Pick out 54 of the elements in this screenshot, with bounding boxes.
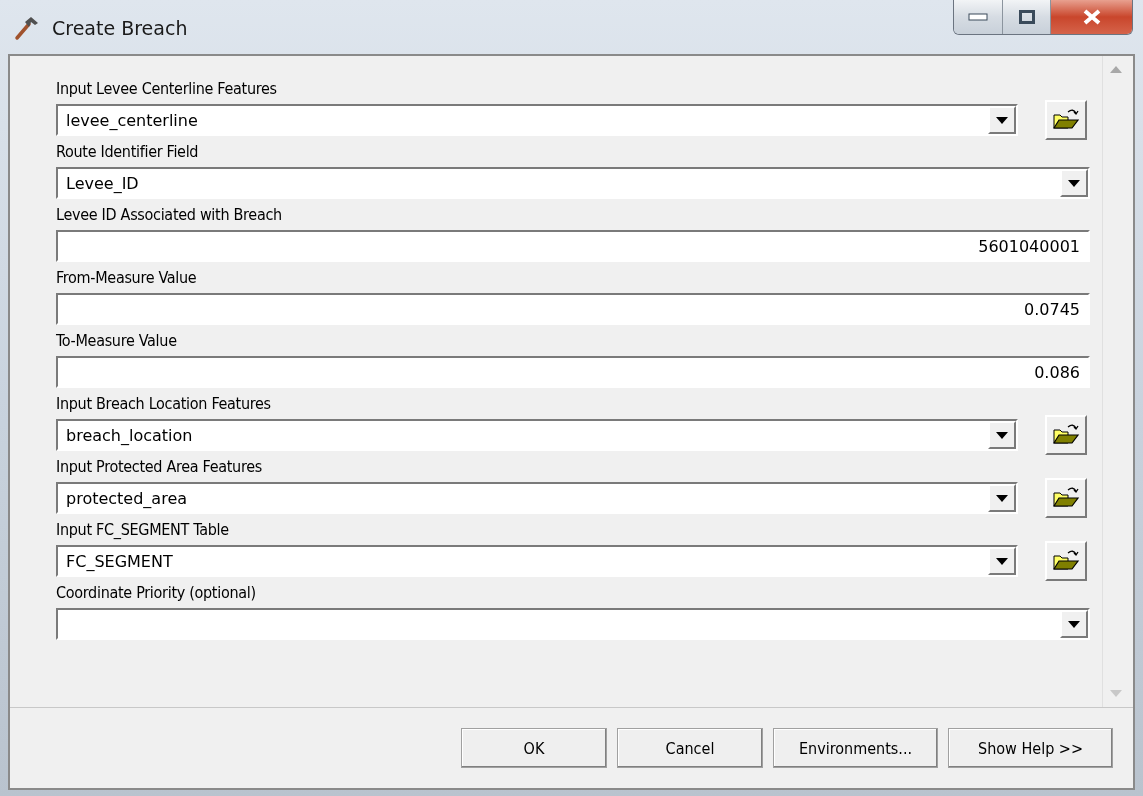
dropdown-button[interactable] [1060,610,1088,638]
parameter-label: From-Measure Value [56,267,198,289]
browse-button[interactable] [1045,415,1087,455]
maximize-button[interactable] [1002,0,1050,34]
field-value: FC_SEGMENT [65,551,174,571]
parameter-label: Input FC_SEGMENT Table [56,519,230,541]
maximize-icon [1018,10,1035,24]
hammer-icon [14,15,40,41]
dropdown-field[interactable]: protected_area [56,482,1018,514]
dropdown-field[interactable]: levee_centerline [56,104,1018,136]
close-button[interactable] [1050,0,1132,34]
field-value: levee_centerline [65,110,199,130]
parameter-label: Levee ID Associated with Breach [56,204,283,226]
dropdown-field[interactable]: breach_location [56,419,1018,451]
parameter-label: Coordinate Priority (optional) [56,582,257,604]
input-field[interactable]: 5601040001 [56,230,1090,262]
dropdown-field[interactable]: Levee_ID [56,167,1090,199]
close-icon [1082,9,1101,25]
field-value: Levee_ID [65,173,140,193]
input-field[interactable]: 0.086 [56,356,1090,388]
open-folder-icon [1052,486,1080,510]
parameter-label: Input Levee Centerline Features [56,78,278,100]
input-field[interactable]: 0.0745 [56,293,1090,325]
dialog-button[interactable]: Environments... [773,728,938,768]
parameter-label: To-Measure Value [56,330,178,352]
caret-icon[interactable] [996,116,1008,124]
minimize-icon [968,13,988,21]
field-value: breach_location [65,425,194,445]
open-folder-icon [1052,108,1080,132]
dialog-button[interactable]: Cancel [617,728,763,768]
dropdown-button[interactable] [1060,169,1088,197]
dropdown-button[interactable] [988,547,1016,575]
browse-button[interactable] [1045,541,1087,581]
caret-icon[interactable] [1068,179,1080,187]
parameter-label: Route Identifier Field [56,141,200,163]
caret-icon[interactable] [1068,620,1080,628]
open-folder-icon [1052,549,1080,573]
dropdown-button[interactable] [988,421,1016,449]
caret-icon[interactable] [996,557,1008,565]
dropdown-button[interactable] [988,106,1016,134]
dialog-button[interactable]: OK [461,728,607,768]
dropdown-field[interactable]: FC_SEGMENT [56,545,1018,577]
parameter-label: Input Protected Area Features [56,456,263,478]
caret-icon[interactable] [996,494,1008,502]
dialog-button[interactable]: Show Help >> [948,728,1113,768]
browse-button[interactable] [1045,100,1087,140]
window-title: Create Breach [52,17,188,39]
field-value: protected_area [65,488,189,508]
dropdown-button[interactable] [988,484,1016,512]
browse-button[interactable] [1045,478,1087,518]
caret-icon[interactable] [996,431,1008,439]
open-folder-icon [1052,423,1080,447]
parameter-label: Input Breach Location Features [56,393,272,415]
dropdown-field[interactable] [56,608,1090,640]
